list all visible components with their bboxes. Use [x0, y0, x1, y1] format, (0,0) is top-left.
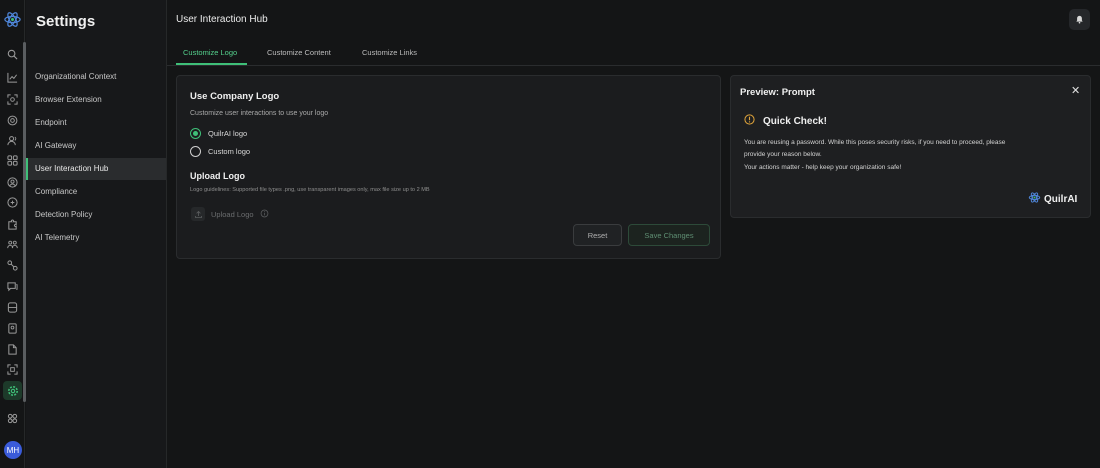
scan-icon[interactable]: [6, 93, 19, 106]
search-icon[interactable]: [6, 48, 19, 61]
grid-icon[interactable]: [6, 412, 19, 425]
avatar[interactable]: MH: [4, 441, 22, 459]
upload-logo-heading: Upload Logo: [190, 171, 245, 181]
company-logo-card: Use Company Logo Customize user interact…: [176, 75, 721, 259]
sidebar-title: Settings: [36, 13, 96, 30]
chat-icon[interactable]: [6, 280, 19, 293]
radio-button-checked[interactable]: [190, 128, 201, 139]
tab-bar: Customize Logo Customize Content Customi…: [167, 42, 1100, 66]
preview-title: Preview: Prompt: [740, 87, 815, 98]
sidebar-item-organizational-context[interactable]: Organizational Context: [26, 66, 166, 88]
sidebar-item-ai-gateway[interactable]: AI Gateway: [26, 135, 166, 157]
preview-panel: Preview: Prompt ✕ Quick Check! You are r…: [730, 75, 1091, 218]
bell-icon: [1075, 11, 1084, 29]
preview-message-line3: Your actions matter - help keep your org…: [744, 164, 902, 171]
file-icon[interactable]: [6, 343, 19, 356]
settings-sidebar: Settings Organizational Context Browser …: [26, 0, 167, 468]
radio-custom-logo[interactable]: Custom logo: [190, 146, 250, 157]
radio-label: QuilrAI logo: [208, 129, 248, 138]
page-title: User Interaction Hub: [176, 14, 268, 25]
card-title: Use Company Logo: [190, 91, 280, 102]
frame-icon[interactable]: [6, 363, 19, 376]
icon-rail: MH: [0, 0, 26, 468]
upload-logo-button[interactable]: Upload Logo: [191, 207, 269, 221]
app-logo-icon[interactable]: [3, 10, 22, 29]
sidebar-item-user-interaction-hub[interactable]: User Interaction Hub: [26, 158, 166, 180]
shield-icon[interactable]: [6, 196, 19, 209]
tab-customize-links[interactable]: Customize Links: [362, 48, 417, 57]
brand-name: QuilrAI: [1044, 193, 1078, 205]
quick-check-heading: Quick Check!: [744, 114, 827, 128]
preview-message-line2: provide your reason below.: [744, 151, 822, 158]
puzzle-icon[interactable]: [6, 218, 19, 231]
preview-message-line1: You are reusing a password. While this p…: [744, 139, 1006, 146]
link-icon[interactable]: [6, 259, 19, 272]
settings-icon[interactable]: [3, 381, 22, 400]
quick-check-text: Quick Check!: [763, 115, 827, 127]
upload-icon: [191, 207, 205, 221]
sidebar-item-ai-telemetry[interactable]: AI Telemetry: [26, 227, 166, 249]
info-icon[interactable]: [260, 209, 269, 220]
close-icon[interactable]: ✕: [1071, 84, 1080, 97]
radio-quilrai-logo[interactable]: QuilrAI logo: [190, 128, 247, 139]
radio-button[interactable]: [190, 146, 201, 157]
brand-logo: QuilrAI: [1028, 191, 1077, 207]
database-icon[interactable]: [6, 301, 19, 314]
tab-customize-logo[interactable]: Customize Logo: [183, 48, 237, 57]
sidebar-item-browser-extension[interactable]: Browser Extension: [26, 89, 166, 111]
user-circle-icon[interactable]: [6, 176, 19, 189]
reset-button[interactable]: Reset: [573, 224, 622, 246]
tab-customize-content[interactable]: Customize Content: [267, 48, 331, 57]
team-icon[interactable]: [6, 238, 19, 251]
chart-icon[interactable]: [6, 71, 19, 84]
active-tab-indicator: [176, 63, 247, 65]
users-icon[interactable]: [6, 134, 19, 147]
badge-icon[interactable]: [6, 322, 19, 335]
upload-label: Upload Logo: [211, 209, 254, 219]
warning-icon: [744, 114, 755, 128]
brand-logo-icon: [1028, 191, 1041, 207]
card-subtitle: Customize user interactions to use your …: [190, 110, 329, 117]
notifications-button[interactable]: [1069, 9, 1090, 30]
target-icon[interactable]: [6, 114, 19, 127]
sidebar-item-compliance[interactable]: Compliance: [26, 181, 166, 203]
logo-guidelines: Logo guidelines: Supported file types .p…: [190, 187, 430, 193]
apps-icon[interactable]: [6, 154, 19, 167]
radio-label: Custom logo: [208, 147, 251, 156]
sidebar-item-endpoint[interactable]: Endpoint: [26, 112, 166, 134]
sidebar-item-detection-policy[interactable]: Detection Policy: [26, 204, 166, 226]
save-changes-button[interactable]: Save Changes: [628, 224, 710, 246]
